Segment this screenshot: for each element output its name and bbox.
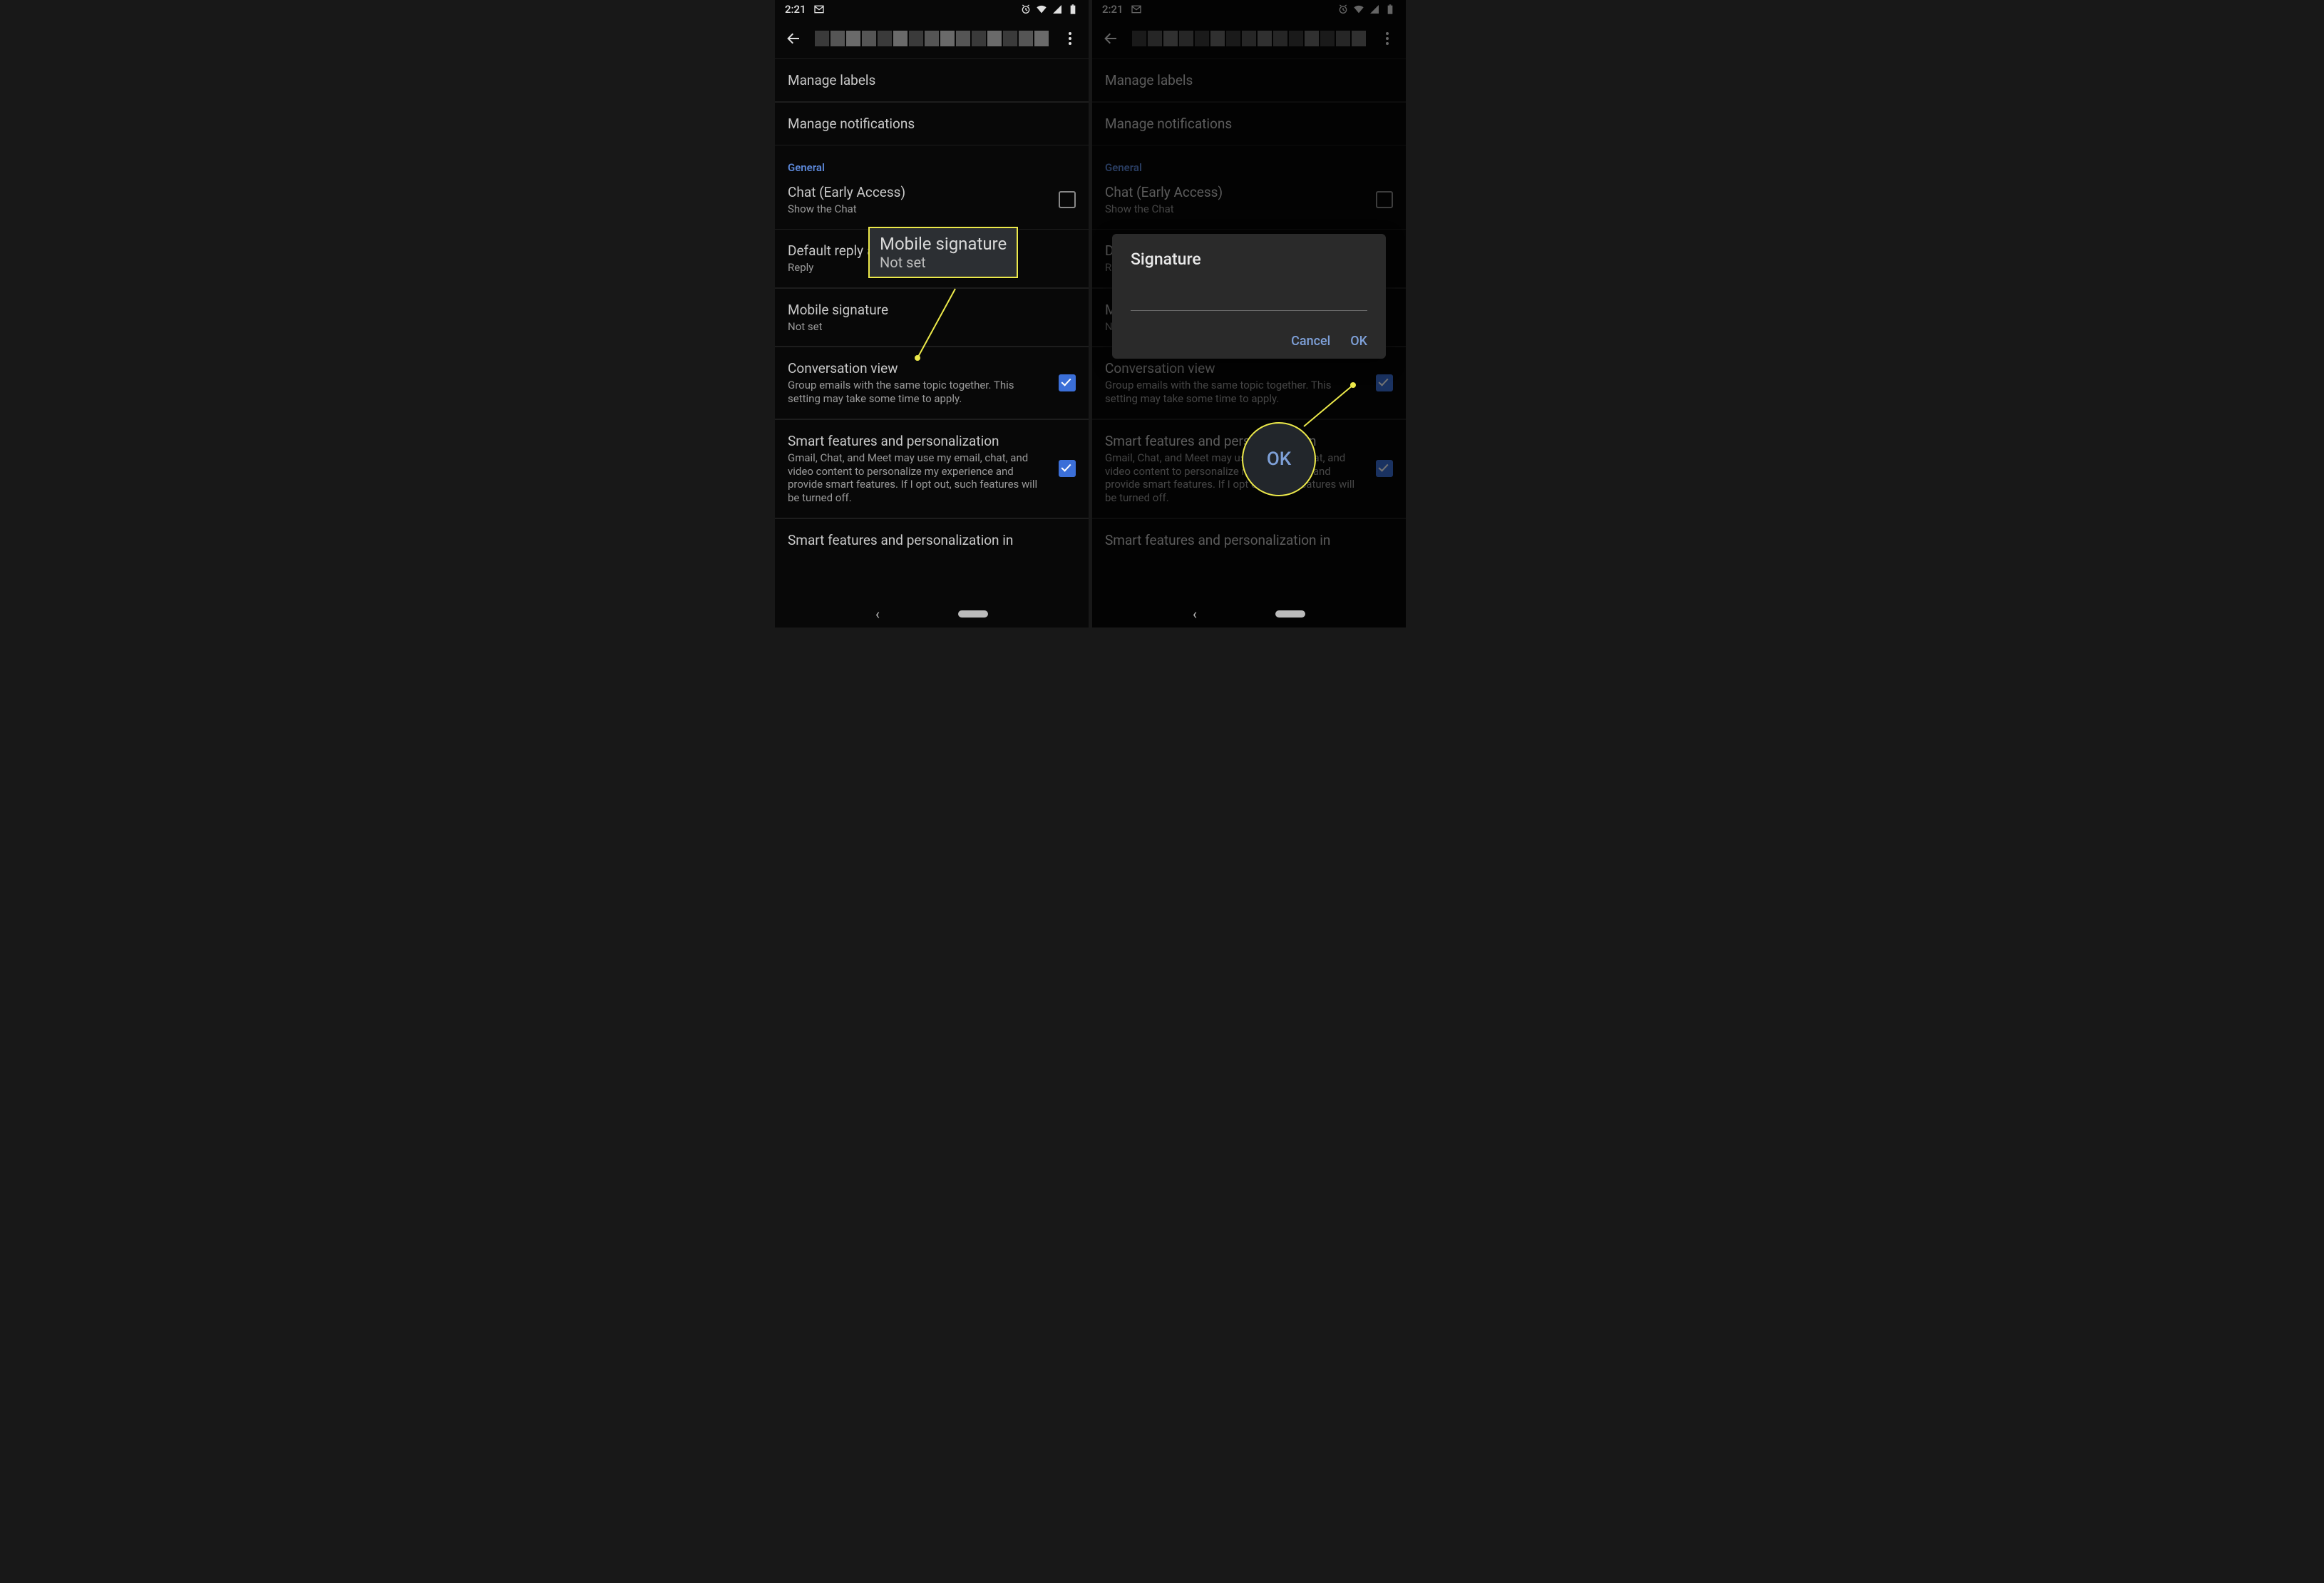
nav-back-button[interactable]: ‹ [875,605,880,623]
more-vert-icon[interactable] [1061,30,1079,47]
callout-ok-label: OK [1267,449,1291,470]
section-general: General [775,145,1089,181]
manage-labels-row[interactable]: Manage labels [775,58,1089,102]
system-nav-bar: ‹ [775,600,1089,627]
row-sub: Not set [788,320,1076,334]
nav-home-pill[interactable] [1275,610,1305,618]
row-title: Conversation view [788,360,1049,376]
callout-title: Mobile signature [880,234,1007,254]
wifi-icon [1036,4,1047,15]
settings-list: Manage labels Manage notifications Gener… [775,58,1089,561]
app-bar [775,19,1089,58]
account-email-redacted [815,31,1049,46]
smart-features-row[interactable]: Smart features and personalization Gmail… [775,419,1089,518]
row-title: Mobile signature [788,302,1076,318]
smart-features-checkbox[interactable] [1059,460,1076,477]
row-title: Smart features and personalization [788,433,1049,449]
status-time: 2:21 [785,3,806,16]
row-sub: Group emails with the same topic togethe… [788,379,1049,406]
chat-checkbox[interactable] [1059,191,1076,208]
alarm-icon [1020,4,1032,15]
conversation-view-checkbox[interactable] [1059,374,1076,391]
row-sub: Gmail, Chat, and Meet may use my email, … [788,451,1049,505]
nav-home-pill[interactable] [958,610,988,618]
battery-icon [1067,4,1079,15]
row-title: Chat (Early Access) [788,184,1049,200]
phone-right: 2:21 Manage labels Manage notifications … [1092,0,1406,627]
cancel-button[interactable]: Cancel [1291,334,1330,349]
callout-sub: Not set [880,254,1007,271]
phone-left: 2:21 Manage labels Manage notification [775,0,1089,627]
canvas: 2:21 Manage labels Manage notification [615,0,1709,730]
dialog-title: Signature [1131,250,1367,269]
row-sub: Show the Chat [788,203,1049,216]
row-title: Smart features and personalization in [788,532,1076,548]
smart-features-other-row[interactable]: Smart features and personalization in [775,518,1089,561]
row-title: Manage labels [788,72,1076,88]
conversation-view-row[interactable]: Conversation view Group emails with the … [775,347,1089,419]
signal-icon [1052,4,1063,15]
nav-back-button[interactable]: ‹ [1193,605,1197,623]
mobile-signature-row[interactable]: Mobile signature Not set [775,288,1089,347]
callout-mobile-signature: Mobile signature Not set [868,227,1018,278]
system-nav-bar: ‹ [1092,600,1406,627]
manage-notifications-row[interactable]: Manage notifications [775,102,1089,145]
ok-button[interactable]: OK [1350,334,1367,349]
gmail-icon [813,4,825,15]
row-title: Manage notifications [788,116,1076,132]
signature-dialog: Signature Cancel OK [1112,234,1386,359]
back-icon[interactable] [785,30,802,47]
status-bar: 2:21 [775,0,1089,19]
signature-input[interactable] [1131,296,1367,311]
chat-early-access-row[interactable]: Chat (Early Access) Show the Chat [775,181,1089,229]
callout-ok: OK [1242,422,1316,496]
